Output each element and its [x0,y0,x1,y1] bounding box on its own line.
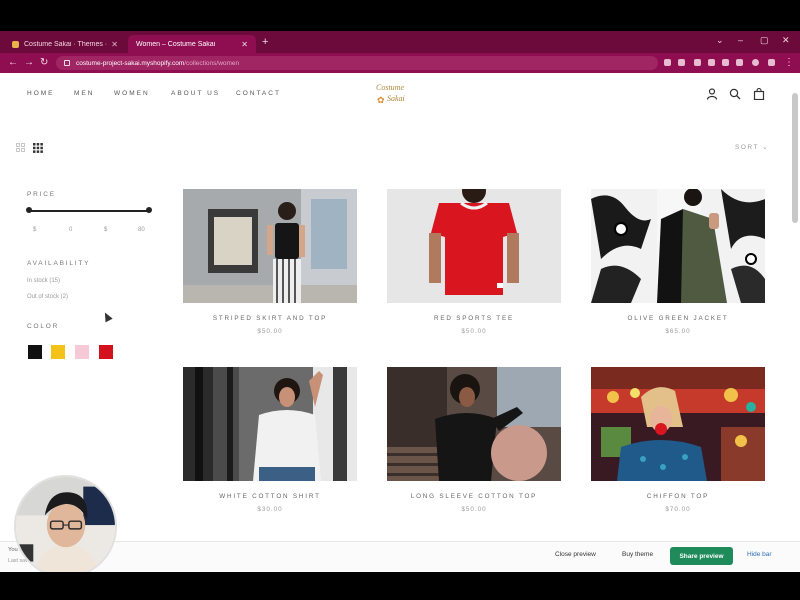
product-image[interactable] [183,367,357,481]
store-logo[interactable]: Costume ✿ Sakai [374,83,424,109]
price-slider-track[interactable] [29,210,149,212]
address-bar[interactable]: costume-project-sakai.myshopify.com /col… [56,56,658,70]
share-preview-button[interactable]: Share preview [670,547,733,565]
product-image[interactable] [591,189,765,303]
buy-theme-button[interactable]: Buy theme [622,551,653,558]
product-image[interactable] [387,367,561,481]
share-icon[interactable] [664,59,671,66]
close-preview-button[interactable]: Close preview [555,551,596,558]
screen-frame: Costume Sakai · Themes · Sho ✕ Women – C… [0,0,800,600]
product-name[interactable]: RED SPORTS TEE [387,315,561,322]
tab-title: Costume Sakai · Themes · Sho [24,40,108,48]
new-tab-button[interactable]: + [262,36,268,48]
tab-strip: Costume Sakai · Themes · Sho ✕ Women – C… [0,31,800,53]
close-tab-icon[interactable]: ✕ [241,40,248,49]
nav-about-us[interactable]: ABOUT US [171,90,220,97]
color-swatch-yellow[interactable] [51,345,65,359]
grid-two-icon[interactable] [16,143,25,152]
price-slider-min-handle[interactable] [26,207,32,213]
sidebar-icon[interactable] [768,59,775,66]
profile-icon[interactable] [752,59,759,66]
color-filter-heading[interactable]: COLOR [27,323,59,330]
logo-text-top: Costume [376,83,404,92]
webcam-overlay [14,475,117,572]
color-swatch-red[interactable] [99,345,113,359]
product-price: $50.00 [461,506,487,513]
product-name[interactable]: STRIPED SKIRT AND TOP [183,315,357,322]
browser-toolbar: ← → ↻ costume-project-sakai.myshopify.co… [0,53,800,73]
price-max-currency: $ [104,227,108,233]
sort-dropdown[interactable]: SORT ⌄ [735,143,769,151]
price-filter-heading[interactable]: PRICE [27,191,56,198]
back-icon[interactable]: ← [8,57,18,68]
blossom-logo-icon: ✿ [377,95,385,105]
cart-icon[interactable] [753,88,765,100]
minimize-button[interactable]: – [738,35,743,45]
page-scrollbar[interactable] [792,93,798,223]
product-price: $50.00 [257,328,283,335]
product-name[interactable]: OLIVE GREEN JACKET [591,315,765,322]
mouse-cursor [101,310,113,323]
nav-women[interactable]: WOMEN [114,90,150,97]
product-image[interactable] [591,367,765,481]
shopify-favicon-icon [12,40,19,48]
product-name[interactable]: LONG SLEEVE COTTON TOP [387,493,561,500]
price-min-input[interactable]: 0 [69,227,72,233]
price-slider-max-handle[interactable] [146,207,152,213]
product-image[interactable] [183,189,357,303]
grid-four-icon[interactable] [33,143,43,153]
nav-men[interactable]: MEN [74,90,94,97]
close-window-button[interactable]: ✕ [782,35,790,46]
menu-icon[interactable]: ⋮ [784,57,794,68]
product-name[interactable]: WHITE COTTON SHIRT [183,493,357,500]
tab-title: Women – Costume Sakai [136,40,216,48]
color-swatch-black[interactable] [28,345,42,359]
puzzle-icon[interactable] [736,59,743,66]
product-price: $65.00 [665,328,691,335]
nav-contact[interactable]: CONTACT [236,90,281,97]
maximize-button[interactable]: ▢ [760,35,769,46]
availability-out-of-stock[interactable]: Out of stock (2) [27,294,68,300]
color-swatch-pink[interactable] [75,345,89,359]
logo-text-bottom: Sakai [387,94,405,103]
availability-filter-heading[interactable]: AVAILABILITY [27,260,90,267]
url-path: /collections/women [184,59,240,67]
browser-window: Costume Sakai · Themes · Sho ✕ Women – C… [0,31,800,572]
hide-bar-link[interactable]: Hide bar [747,551,772,558]
product-price: $70.00 [665,506,691,513]
account-icon[interactable] [706,88,718,100]
price-min-currency: $ [33,227,37,233]
extension-icon[interactable] [708,59,715,66]
product-price: $50.00 [461,328,487,335]
product-image[interactable] [387,189,561,303]
extension-icon[interactable] [722,59,729,66]
price-max-input[interactable]: 80 [138,227,145,233]
product-price: $30.00 [257,506,283,513]
tab-themes[interactable]: Costume Sakai · Themes · Sho ✕ [4,35,126,53]
star-icon[interactable] [678,59,685,66]
lock-icon [64,60,70,66]
url-host: costume-project-sakai.myshopify.com [76,59,185,67]
extension-icon[interactable] [694,59,701,66]
theme-preview-bar: You are previewing Prestige Last saved o… [0,541,800,572]
tab-women[interactable]: Women – Costume Sakai ✕ [128,35,256,53]
product-name[interactable]: CHIFFON TOP [591,493,765,500]
reload-icon[interactable]: ↻ [40,57,48,68]
tab-search-icon[interactable]: ⌄ [716,35,724,46]
nav-home[interactable]: HOME [27,90,55,97]
close-tab-icon[interactable]: ✕ [111,40,118,49]
forward-icon[interactable]: → [24,57,34,68]
availability-in-stock[interactable]: In stock (15) [27,278,60,284]
search-icon[interactable] [729,88,741,100]
